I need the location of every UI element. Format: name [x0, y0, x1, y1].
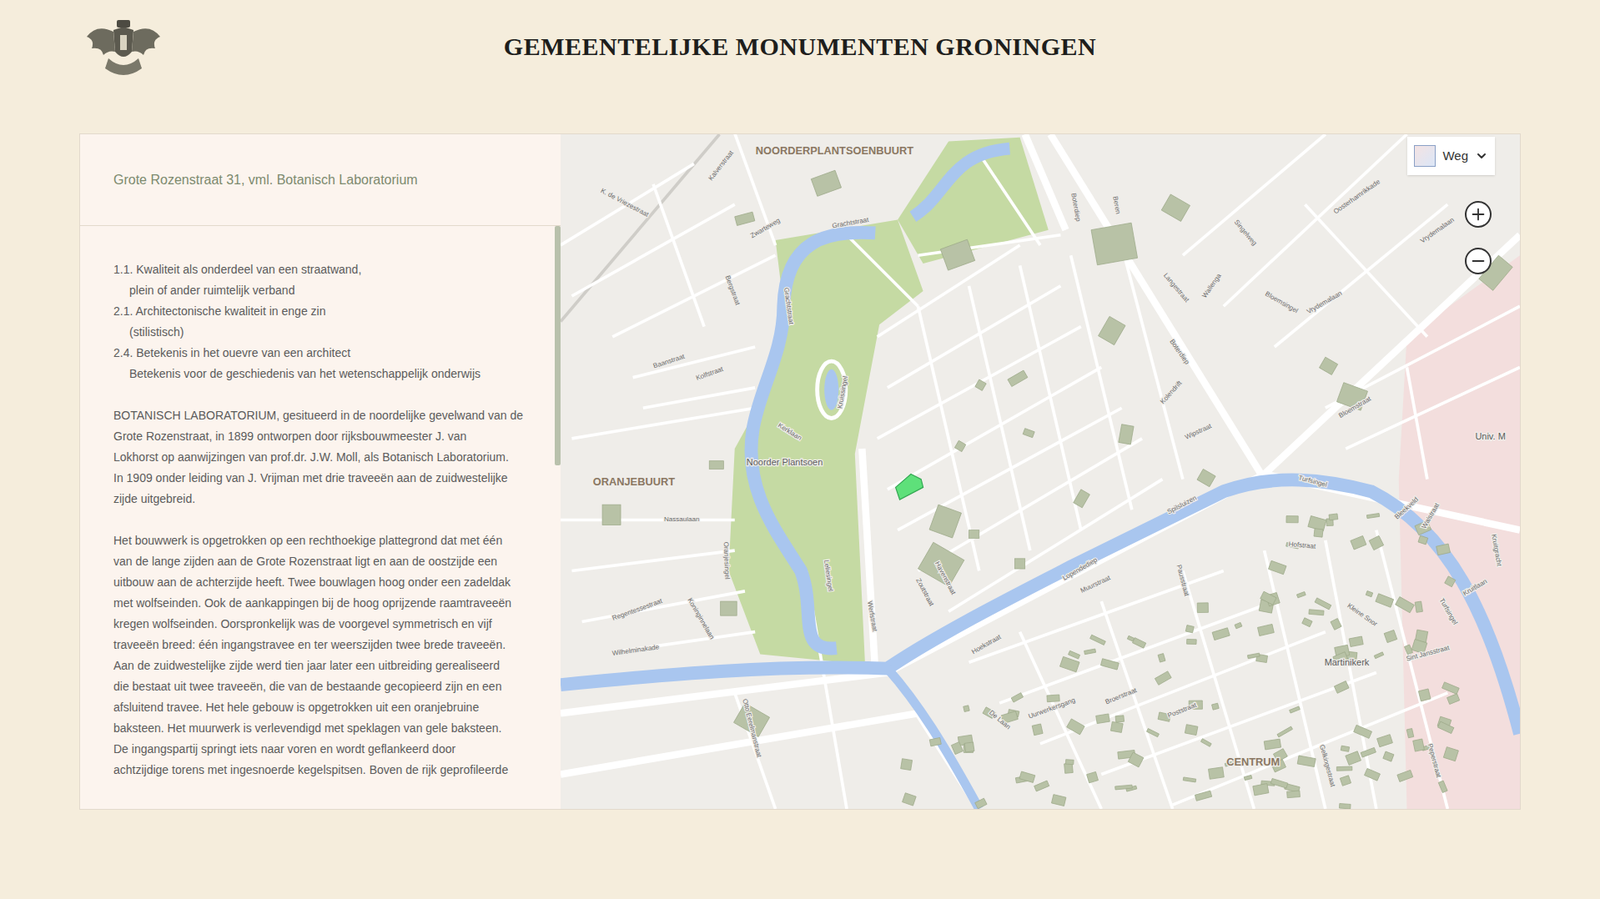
map-label: Kruissingel: [835, 375, 850, 410]
map-label: Langestraat: [1162, 271, 1192, 305]
page: GEMEENTELIJKE MONUMENTEN GRONINGEN Grote …: [0, 0, 1600, 899]
map-label: Sint Jansstraat: [1405, 644, 1451, 664]
criteria-list: 1.1. Kwaliteit als onderdeel van een str…: [113, 259, 550, 385]
map-label: Lopendediep: [1061, 556, 1099, 583]
description-paragraph: Het bouwwerk is opgetrokken op een recht…: [113, 530, 550, 781]
map-label: Univ. M: [1474, 431, 1505, 442]
plus-icon: [1469, 205, 1488, 224]
header: GEMEENTELIJKE MONUMENTEN GRONINGEN: [0, 0, 1600, 134]
map-label: ORANJEBUURT: [593, 475, 675, 489]
info-body: 1.1. Kwaliteit als onderdeel van een str…: [80, 226, 555, 810]
map-label: CENTRUM: [1226, 755, 1280, 769]
map-label: Beren: [1111, 196, 1123, 216]
map-label: Broerstraat: [1104, 686, 1139, 707]
map-label: Zwarteweg: [749, 216, 782, 240]
map-label: Zoutstraat: [914, 577, 936, 609]
map-label: Turfsingel: [1298, 473, 1329, 489]
criteria-item: 1.1. Kwaliteit als onderdeel van een str…: [113, 259, 550, 302]
map-label: Boterdiep: [1069, 192, 1082, 223]
map-label: Kleine Snor: [1345, 602, 1379, 629]
map-label: Walstraat: [1420, 501, 1442, 530]
map-label: Wallenga: [1200, 271, 1223, 300]
map-label: Koninginnelaan: [685, 597, 716, 642]
minus-icon: [1469, 251, 1488, 271]
criteria-item: 2.1. Architectonische kwaliteit in enge …: [113, 301, 550, 343]
map-label: Vrydemalaan: [1418, 216, 1456, 245]
layer-icon: [1413, 145, 1436, 167]
scrollbar-thumb[interactable]: [554, 226, 561, 466]
map-label: K. de Vriezestraat: [599, 186, 651, 219]
map-label: Kerklaan: [776, 421, 804, 442]
map[interactable]: NOORDERPLANTSOENBUURT ORANJEBUURT CENTRUM N…: [560, 134, 1520, 810]
map-label: Kolendrift: [1158, 378, 1184, 406]
description-paragraph: BOTANISCH LABORATORIUM, gesitueerd in de…: [113, 405, 550, 510]
zoom-in-button[interactable]: [1464, 201, 1492, 228]
map-label: Werfstraat: [865, 600, 879, 634]
map-label: Vrydemalaan: [1305, 289, 1344, 316]
layer-switcher[interactable]: Weg: [1407, 136, 1495, 176]
map-label: NOORDERPLANTSOENBUURT: [755, 144, 914, 157]
monument-panel: Grote Rozenstraat 31, vml. Botanisch Lab…: [79, 133, 1521, 811]
map-label: Bleekveld: [1393, 495, 1420, 521]
map-label: Kolfstraat: [694, 365, 725, 383]
map-label: Leliesingel: [822, 559, 835, 593]
map-label: De Laan: [987, 709, 1012, 731]
info-header: Grote Rozenstraat 31, vml. Botanisch Lab…: [80, 134, 561, 227]
map-label: Nassaulaan: [664, 515, 700, 524]
map-label: Havenstraat: [933, 560, 958, 597]
map-label: Pausstraat: [1175, 563, 1192, 598]
map-label: Baanstraat: [652, 352, 687, 371]
map-label: Uurwerkersgang: [1027, 696, 1077, 721]
coat-of-arms-logo: [83, 18, 164, 82]
map-label: Oranjesingel: [722, 541, 732, 580]
map-label: Singelweg: [1232, 218, 1259, 247]
map-label: Hoekstraat: [970, 633, 1003, 657]
map-label: Wilhelminakade: [611, 643, 660, 658]
map-label: Peperstraat: [1426, 743, 1444, 780]
map-label: Grachtstraat: [782, 286, 795, 326]
map-label: Wipstraat: [1183, 422, 1213, 442]
selected-monument[interactable]: [895, 474, 924, 501]
layer-label: Weg: [1442, 146, 1469, 167]
map-label: Turfsingel: [1438, 597, 1460, 627]
map-label: Martinikerk: [1324, 657, 1370, 668]
map-label: Grachtstraat: [831, 216, 871, 231]
map-label: Gelkingestraat: [1318, 744, 1337, 789]
map-label: Bloemsingel: [1263, 290, 1300, 316]
map-label: Oosterhamrikkade: [1332, 177, 1382, 216]
map-label: Spilsluizen: [1166, 493, 1198, 516]
map-label: Noorder Plantsoen: [746, 457, 823, 468]
criteria-item: 2.4. Betekenis in het ouevre van een arc…: [113, 342, 550, 385]
dropdown-caret-icon: [1474, 149, 1489, 163]
monument-title: Grote Rozenstraat 31, vml. Botanisch Lab…: [113, 170, 418, 191]
map-label: Bloemstraat: [1337, 394, 1373, 420]
map-label: Regentessestraat: [611, 597, 665, 623]
map-label: Kruitlaan: [1461, 577, 1489, 598]
page-title: GEMEENTELIJKE MONUMENTEN GRONINGEN: [503, 27, 1097, 66]
map-label: Boterdiep: [1167, 337, 1191, 367]
info-panel: Grote Rozenstraat 31, vml. Botanisch Lab…: [80, 134, 561, 810]
map-label: Bergstraat: [724, 274, 742, 307]
map-label: Hofstraat: [1288, 540, 1317, 551]
map-label: Kalverstraat: [706, 148, 735, 182]
scrollbar[interactable]: [554, 226, 561, 810]
map-label: Kruitgracht: [1489, 533, 1504, 569]
map-label: Otto Eerelmanstraat: [740, 698, 763, 760]
map-label: Muurstraat: [1079, 573, 1112, 595]
map-canvas[interactable]: NOORDERPLANTSOENBUURT ORANJEBUURT CENTRUM N…: [560, 134, 1520, 810]
zoom-out-button[interactable]: [1464, 247, 1492, 275]
map-label: Poststraat: [1166, 701, 1198, 720]
